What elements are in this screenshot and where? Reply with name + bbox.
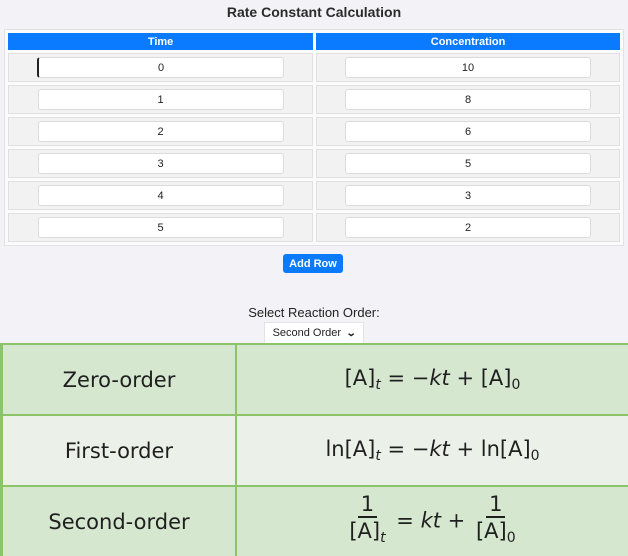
equation-row: Second-order 1[A]t = kt + 1[A]0 (2, 486, 628, 556)
time-input[interactable] (38, 217, 284, 238)
concentration-input[interactable] (345, 153, 591, 174)
time-input[interactable] (38, 89, 284, 110)
add-row-button[interactable]: Add Row (283, 254, 343, 273)
rate-law-table: Zero-order [A]t = −kt + [A]0 First-order… (0, 343, 628, 556)
first-order-equation: ln[A]t = −kt + ln[A]0 (236, 415, 628, 486)
second-order-equation: 1[A]t = kt + 1[A]0 (236, 486, 628, 556)
time-input[interactable] (38, 121, 284, 142)
table-row (8, 213, 620, 242)
table-row (8, 53, 620, 82)
concentration-input[interactable] (345, 217, 591, 238)
time-input[interactable] (38, 185, 284, 206)
order-name: First-order (2, 415, 237, 486)
page-title: Rate Constant Calculation (0, 4, 628, 20)
data-table: Time Concentration (4, 29, 624, 246)
table-row (8, 85, 620, 114)
header-concentration: Concentration (316, 33, 620, 50)
concentration-input[interactable] (345, 185, 591, 206)
reaction-order-label: Select Reaction Order: (0, 305, 628, 320)
header-time: Time (8, 33, 313, 50)
selected-order: Second Order (273, 327, 341, 339)
order-name: Zero-order (2, 344, 237, 415)
time-input[interactable] (37, 57, 284, 78)
table-row (8, 117, 620, 146)
chevron-down-icon: ⌄ (346, 328, 357, 339)
table-row (8, 181, 620, 210)
zero-order-equation: [A]t = −kt + [A]0 (236, 344, 628, 415)
time-input[interactable] (38, 153, 284, 174)
reaction-order-select[interactable]: Second Order ⌄ (264, 322, 364, 344)
order-name: Second-order (2, 486, 237, 556)
table-row (8, 149, 620, 178)
equation-row: First-order ln[A]t = −kt + ln[A]0 (2, 415, 628, 486)
concentration-input[interactable] (345, 121, 591, 142)
concentration-input[interactable] (345, 89, 591, 110)
concentration-input[interactable] (345, 57, 591, 78)
equation-row: Zero-order [A]t = −kt + [A]0 (2, 344, 628, 415)
